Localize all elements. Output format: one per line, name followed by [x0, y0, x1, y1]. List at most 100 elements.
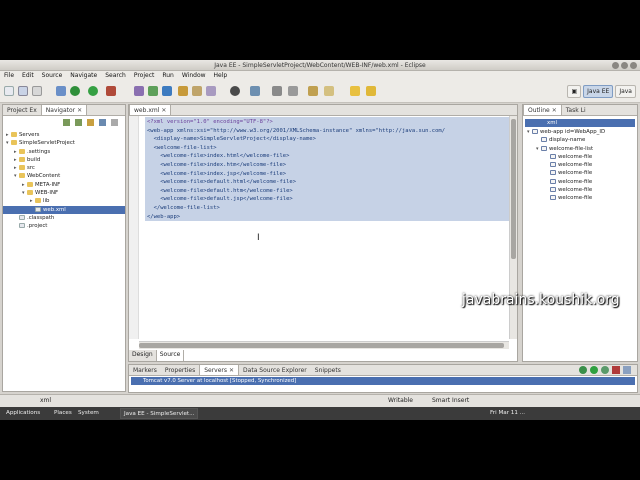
outline-item[interactable]: welcome-file: [523, 194, 637, 202]
menu-help[interactable]: Help: [214, 71, 228, 81]
close-button[interactable]: [630, 62, 637, 69]
xml-element-icon: [550, 178, 556, 184]
tab-project-explorer-label: Project Ex: [7, 106, 37, 114]
code-line: <welcome-file>default.html</welcome-file…: [147, 179, 297, 186]
pin-icon[interactable]: [324, 86, 334, 96]
tree-item[interactable]: ▾ SimpleServletProject: [3, 139, 125, 147]
tab-design[interactable]: Design: [129, 350, 157, 361]
tree-item[interactable]: web.xml: [3, 205, 125, 214]
back-icon[interactable]: [350, 86, 360, 96]
tree-item[interactable]: ▸ build: [3, 156, 125, 164]
close-icon[interactable]: ✕: [161, 105, 166, 116]
vertical-scroll-thumb[interactable]: [511, 119, 516, 259]
tree-item[interactable]: ▾ WebContent: [3, 172, 125, 180]
file-icon: [19, 223, 25, 229]
external-tools-icon[interactable]: [106, 86, 116, 96]
tab-data-source-explorer[interactable]: Data Source Explorer: [239, 365, 311, 375]
xml-source-editor[interactable]: <?xml version="1.0" encoding="UTF-8"?> <w…: [139, 116, 509, 339]
validate-icon[interactable]: [250, 86, 260, 96]
new-package-icon[interactable]: [148, 86, 158, 96]
tab-properties[interactable]: Properties: [161, 365, 199, 375]
perspective-java-ee[interactable]: Java EE: [583, 85, 614, 98]
new-class-icon[interactable]: [162, 86, 172, 96]
outline-item[interactable]: welcome-file: [523, 169, 637, 177]
start-server-icon[interactable]: [590, 366, 598, 374]
view-menu-icon[interactable]: [111, 119, 118, 126]
taskbar-eclipse-window[interactable]: Java EE - SimpleServlet...: [120, 408, 199, 419]
applications-menu[interactable]: Applications: [6, 407, 40, 420]
menu-source[interactable]: Source: [42, 71, 63, 81]
tree-item[interactable]: ▾ WEB-INF: [3, 189, 125, 197]
profile-server-icon[interactable]: [601, 366, 609, 374]
outline-root-row[interactable]: xml: [525, 119, 635, 127]
forward-icon[interactable]: [75, 119, 82, 126]
open-task-icon[interactable]: [192, 86, 202, 96]
menu-navigate[interactable]: Navigate: [70, 71, 97, 81]
outline-item[interactable]: display-name: [523, 136, 637, 144]
server-row-tomcat[interactable]: Tomcat v7.0 Server at localhost [Stopped…: [131, 377, 635, 385]
horizontal-scrollbar[interactable]: [139, 341, 509, 349]
tab-task-list[interactable]: Task Li: [562, 105, 590, 115]
tab-web-xml[interactable]: web.xml ✕: [129, 105, 172, 116]
toggle-mark-icon[interactable]: [230, 86, 240, 96]
outline-item[interactable]: welcome-file: [523, 161, 637, 169]
menu-search[interactable]: Search: [105, 71, 126, 81]
menu-run[interactable]: Run: [162, 71, 174, 81]
save-icon[interactable]: [18, 86, 28, 96]
tree-item[interactable]: .project: [3, 222, 125, 230]
tab-snippets[interactable]: Snippets: [311, 365, 345, 375]
horizontal-scroll-thumb[interactable]: [139, 343, 504, 348]
up-icon[interactable]: [87, 119, 94, 126]
minimize-button[interactable]: [612, 62, 619, 69]
tab-markers[interactable]: Markers: [129, 365, 161, 375]
tree-item[interactable]: ▸ src: [3, 164, 125, 172]
collapse-all-icon[interactable]: [99, 119, 106, 126]
tab-outline[interactable]: Outline ✕: [523, 105, 562, 115]
menu-file[interactable]: File: [4, 71, 14, 81]
print-icon[interactable]: [32, 86, 42, 96]
tree-item[interactable]: ▸ META-INF: [3, 181, 125, 189]
code-line: <welcome-file>index.html</welcome-file>: [147, 153, 290, 160]
back-icon[interactable]: [63, 119, 70, 126]
run-icon[interactable]: [88, 86, 98, 96]
stop-server-icon[interactable]: [612, 366, 620, 374]
new-icon[interactable]: [4, 86, 14, 96]
outline-item[interactable]: welcome-file: [523, 186, 637, 194]
tab-servers[interactable]: Servers ✕: [199, 365, 240, 376]
tab-project-explorer[interactable]: Project Ex: [3, 105, 41, 115]
tree-item[interactable]: .classpath: [3, 214, 125, 222]
maximize-button[interactable]: [621, 62, 628, 69]
previous-annotation-icon[interactable]: [288, 86, 298, 96]
debug-server-icon[interactable]: [579, 366, 587, 374]
menu-project[interactable]: Project: [134, 71, 155, 81]
publish-icon[interactable]: [623, 366, 631, 374]
open-type-icon[interactable]: [178, 86, 188, 96]
close-icon[interactable]: ✕: [229, 365, 234, 376]
outline-item[interactable]: welcome-file: [523, 153, 637, 161]
close-icon[interactable]: ✕: [552, 105, 557, 116]
menu-window[interactable]: Window: [182, 71, 206, 81]
system-menu[interactable]: System: [78, 407, 99, 420]
server-icon[interactable]: [56, 86, 66, 96]
next-annotation-icon[interactable]: [272, 86, 282, 96]
navigator-view-toolbar: [3, 117, 125, 129]
last-edit-icon[interactable]: [308, 86, 318, 96]
new-java-project-icon[interactable]: [134, 86, 144, 96]
outline-item[interactable]: ▾ welcome-file-list: [523, 145, 637, 153]
forward-icon[interactable]: [366, 86, 376, 96]
close-icon[interactable]: ✕: [77, 105, 82, 116]
tree-item[interactable]: ▸ Servers: [3, 131, 125, 139]
outline-item[interactable]: ▾ web-app id=WebApp_ID: [523, 128, 637, 136]
tab-source[interactable]: Source: [156, 350, 185, 361]
places-menu[interactable]: Places: [54, 407, 72, 420]
perspective-java[interactable]: Java: [615, 85, 636, 98]
debug-icon[interactable]: [70, 86, 80, 96]
search-icon[interactable]: [206, 86, 216, 96]
tree-item[interactable]: ▸ .settings: [3, 148, 125, 156]
tab-navigator[interactable]: Navigator ✕: [40, 105, 88, 116]
open-perspective-button[interactable]: ▣: [567, 85, 582, 98]
outline-panel: Outline ✕ Task Li xml ▾ web-app id=WebApp_…: [522, 104, 638, 362]
tree-item[interactable]: ▸ lib: [3, 197, 125, 205]
menu-edit[interactable]: Edit: [22, 71, 34, 81]
outline-item[interactable]: welcome-file: [523, 178, 637, 186]
